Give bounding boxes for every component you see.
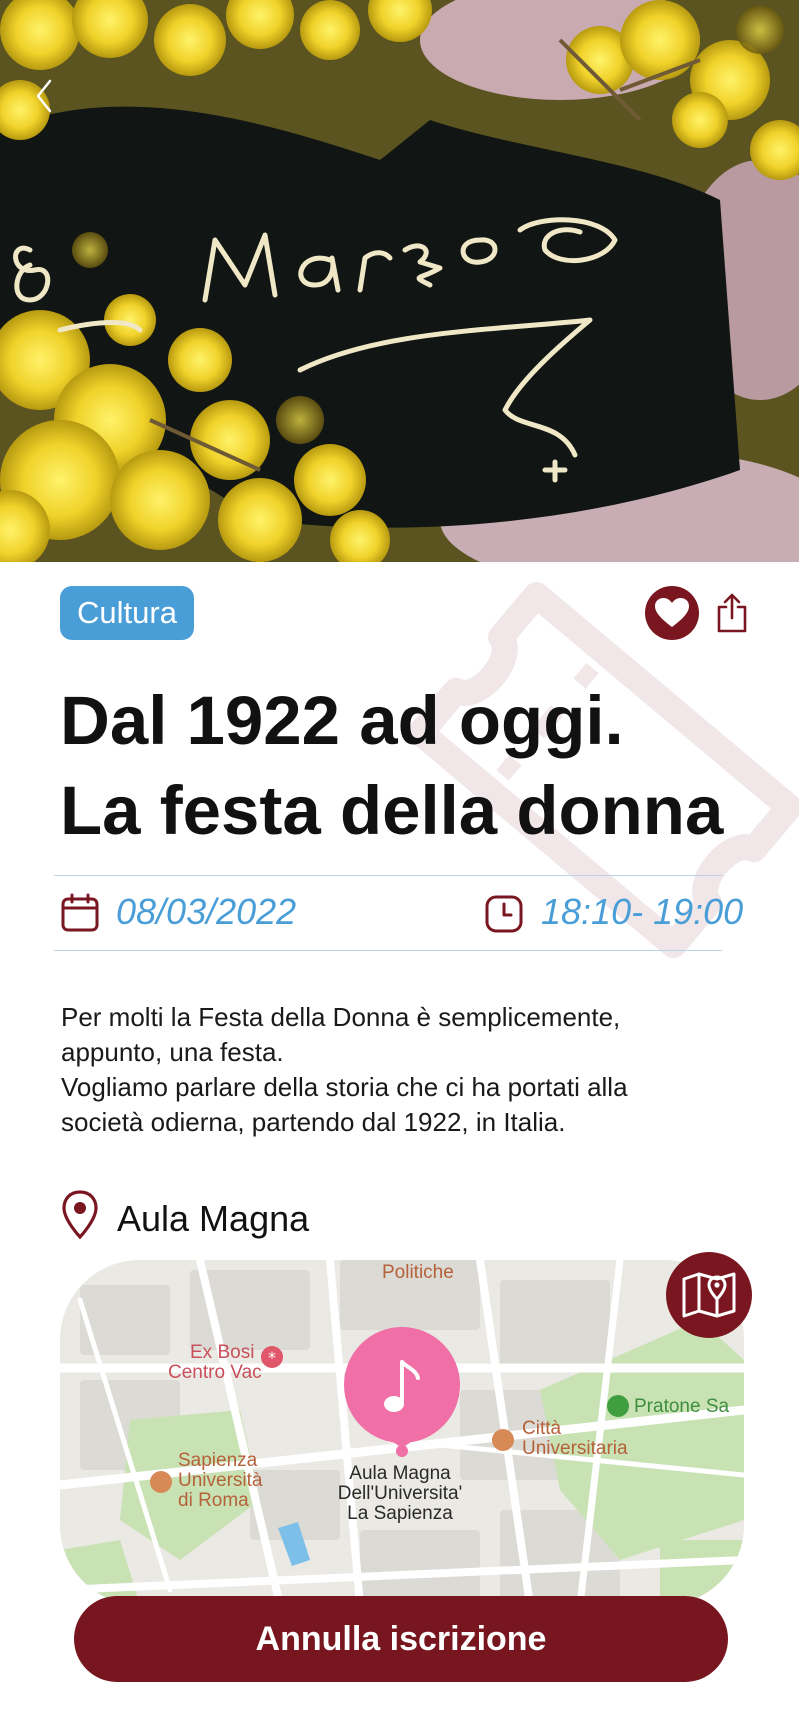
map-label-aula-magna: Aula Magna	[349, 1463, 451, 1484]
chevron-left-icon	[36, 79, 52, 113]
location-map[interactable]: * Politiche Ex Bosi Centro Vac Pratone S…	[60, 1260, 744, 1605]
clock-icon	[485, 895, 523, 933]
map-background: *	[60, 1260, 744, 1605]
favorite-button[interactable]	[645, 586, 699, 640]
hero-image	[0, 0, 799, 562]
event-description: Per molti la Festa della Donna è semplic…	[61, 1000, 741, 1140]
map-label-universitaria: Universitaria	[522, 1438, 628, 1459]
event-time: 18:10- 19:00	[541, 891, 744, 932]
category-badge[interactable]: Cultura	[60, 586, 194, 640]
event-title-line-2: La festa della donna	[60, 772, 724, 849]
map-label-di-roma: di Roma	[178, 1490, 249, 1511]
open-map-button[interactable]	[666, 1252, 752, 1338]
location-name: Aula Magna	[117, 1198, 310, 1239]
share-button[interactable]	[714, 590, 750, 636]
map-label-centro-vac: Centro Vac	[168, 1362, 262, 1383]
event-date: 08/03/2022	[116, 891, 297, 932]
location-pin-icon	[62, 1190, 98, 1240]
map-label-pratone: Pratone Sa	[634, 1396, 730, 1417]
description-line: Vogliamo parlare della storia che ci ha …	[61, 1072, 628, 1102]
calendar-icon	[61, 893, 99, 932]
back-button[interactable]	[34, 78, 70, 130]
map-label-universita: Università	[178, 1470, 263, 1491]
music-note-icon	[384, 1360, 420, 1412]
description-line: Per molti la Festa della Donna è semplic…	[61, 1002, 621, 1032]
hero-photo	[0, 0, 799, 562]
svg-text:*: *	[268, 1348, 276, 1367]
description-line: appunto, una festa.	[61, 1037, 284, 1067]
map-label-ex-bosi: Ex Bosi	[190, 1342, 255, 1363]
map-label-citta: Città	[522, 1418, 562, 1439]
share-icon	[717, 593, 747, 633]
event-title: Dal 1922 ad oggi. La festa della donna	[60, 676, 760, 856]
map-label-la-sapienza: La Sapienza	[347, 1503, 453, 1524]
event-title-line-1: Dal 1922 ad oggi.	[60, 682, 624, 759]
datetime-bar: 08/03/2022 18:10- 19:00	[54, 875, 743, 951]
map-label-politiche: Politiche	[382, 1262, 454, 1283]
cancel-registration-button[interactable]: Annulla iscrizione	[74, 1596, 728, 1682]
map-icon	[682, 1272, 736, 1318]
heart-icon	[655, 598, 689, 627]
map-label-universita-aula: Dell'Universita'	[337, 1483, 463, 1504]
map-label-sapienza: Sapienza	[178, 1450, 258, 1471]
description-line: società odierna, partendo dal 1922, in I…	[61, 1107, 566, 1137]
